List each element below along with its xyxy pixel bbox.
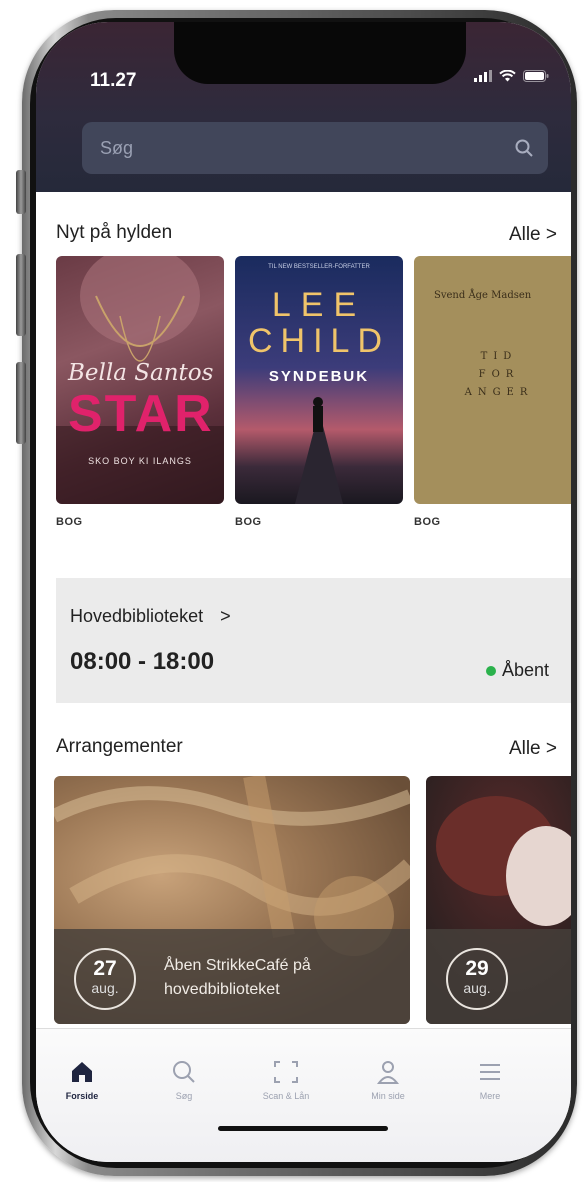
event-day: 29	[465, 957, 489, 980]
book-title: STAR	[68, 385, 214, 443]
event-title: Åben StrikkeCafé på hovedbiblioteket	[164, 957, 311, 998]
tab-more[interactable]: Mere	[450, 1059, 530, 1101]
book-author-line1: LEE	[271, 286, 367, 324]
tab-home[interactable]: Forside	[42, 1059, 122, 1101]
events-see-all-link[interactable]: Alle >	[509, 738, 557, 760]
notch	[174, 22, 466, 84]
app-header: 11.27	[36, 22, 571, 192]
book-cover[interactable]: TIL NEW BESTSELLER-FORFATTER LEE CHILD S…	[235, 256, 403, 504]
user-icon	[376, 1061, 400, 1084]
new-books-title: Nyt på hylden	[56, 222, 173, 243]
tab-profile[interactable]: Min side	[348, 1059, 428, 1101]
search-bar[interactable]	[82, 122, 548, 174]
volume-down-button	[16, 362, 26, 444]
library-hours: 08:00 - 18:00	[70, 648, 215, 675]
event-card[interactable]: 27 aug. Åben StrikkeCafé på hovedbibliot…	[54, 776, 410, 1024]
library-status: Åbent	[485, 660, 549, 681]
library-card[interactable]	[56, 578, 571, 703]
tab-search[interactable]: Søg	[144, 1059, 224, 1101]
event-day: 27	[93, 957, 117, 980]
book-type-label: BOG	[235, 516, 262, 528]
tab-label: Mere	[479, 1091, 501, 1101]
home-indicator[interactable]	[218, 1126, 388, 1131]
search-icon[interactable]	[514, 138, 534, 158]
battery-icon	[523, 70, 549, 82]
book-type-label: BOG	[56, 516, 83, 528]
event-date-badge: 27 aug.	[74, 948, 136, 1010]
tab-label: Scan & Lån	[262, 1091, 310, 1101]
book-type-label: BOG	[414, 516, 441, 528]
book-author: Svend Åge Madsen	[434, 290, 532, 301]
search-input[interactable]	[98, 136, 482, 160]
volume-up-button	[16, 254, 26, 336]
library-name-link[interactable]: Hovedbiblioteket >	[70, 606, 231, 627]
wifi-icon	[499, 70, 516, 82]
menu-icon	[480, 1064, 500, 1080]
signal-icon	[474, 70, 492, 82]
status-icons	[474, 70, 549, 82]
search-icon	[173, 1061, 195, 1083]
event-month: aug.	[91, 980, 119, 996]
library-name: Hovedbiblioteket	[70, 606, 204, 626]
tab-label: Min side	[371, 1091, 405, 1101]
book-cover[interactable]: Svend Åge Madsen TID FOR ANGER	[414, 256, 571, 504]
chevron-right-icon: >	[220, 606, 231, 626]
open-status-dot-icon	[485, 665, 496, 676]
mute-switch	[16, 170, 26, 214]
tab-scan[interactable]: Scan & Lån	[246, 1059, 326, 1101]
tab-label: Forside	[65, 1091, 99, 1101]
book-cover[interactable]: Bella Santos STAR SKO BOY KI ILANGS	[56, 256, 224, 504]
book-author: Bella Santos	[68, 360, 214, 386]
tab-label: Søg	[175, 1091, 193, 1101]
scan-icon	[274, 1061, 298, 1083]
event-month: aug.	[463, 980, 491, 996]
status-time: 11.27	[90, 70, 137, 91]
event-card[interactable]: 29 aug.	[426, 776, 571, 1024]
event-date-badge: 29 aug.	[446, 948, 508, 1010]
events-title: Arrangementer	[56, 736, 183, 757]
library-status-text: Åbent	[501, 660, 549, 680]
book-author-line2: CHILD	[247, 322, 391, 360]
home-icon	[72, 1062, 92, 1082]
book-tagline: TIL NEW BESTSELLER-FORFATTER	[268, 264, 370, 270]
book-title: SYNDEBUK	[268, 368, 370, 385]
tab-bar: Forside Søg Scan & Lån Min side Mere	[36, 1028, 571, 1162]
app-screen: 11.27 Nyt på hylden Alle > Bella Santos …	[36, 22, 571, 1162]
book-subtitle: SKO BOY KI ILANGS	[88, 456, 192, 466]
new-books-see-all-link[interactable]: Alle >	[509, 224, 557, 246]
book-title: TID FOR ANGER	[464, 351, 534, 398]
